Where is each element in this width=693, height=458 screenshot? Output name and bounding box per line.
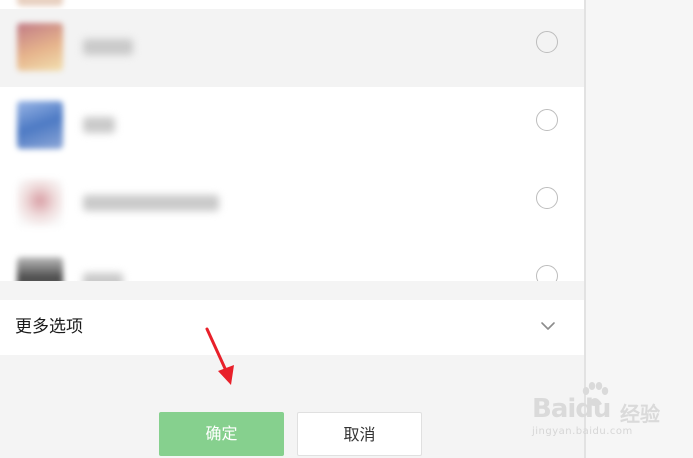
radio-button[interactable] xyxy=(536,109,558,131)
app-thumbnail-icon xyxy=(17,257,63,281)
app-name-redacted xyxy=(83,39,133,55)
app-thumbnail-icon xyxy=(17,101,63,149)
app-picker-panel: 更多选项 确定 取消 xyxy=(0,0,584,458)
list-item[interactable] xyxy=(0,243,584,281)
radio-button[interactable] xyxy=(536,187,558,209)
list-item[interactable] xyxy=(0,165,584,243)
cancel-button[interactable]: 取消 xyxy=(297,412,422,456)
more-options-label: 更多选项 xyxy=(15,317,83,337)
share-dialog-screenshot: 更多选项 确定 取消 Baidu 经验 jingyan.baidu.com xyxy=(0,0,693,458)
watermark-url: jingyan.baidu.com xyxy=(532,426,633,437)
watermark-product: 经验 xyxy=(620,402,660,426)
app-name-redacted xyxy=(83,117,115,133)
baidu-jingyan-watermark: Baidu 经验 jingyan.baidu.com xyxy=(532,380,682,440)
list-item[interactable] xyxy=(0,87,584,165)
app-name-redacted xyxy=(83,195,219,211)
chevron-down-icon[interactable] xyxy=(540,320,556,332)
radio-button[interactable] xyxy=(536,31,558,53)
app-thumbnail-icon xyxy=(17,23,63,71)
app-thumbnail-icon xyxy=(17,0,63,6)
list-item[interactable] xyxy=(0,9,584,87)
app-name-redacted xyxy=(83,273,123,281)
red-arrow-icon xyxy=(205,327,234,385)
app-list xyxy=(0,0,584,281)
app-thumbnail-icon xyxy=(17,179,63,227)
more-options-row[interactable]: 更多选项 xyxy=(0,300,584,355)
watermark-brand: Baidu xyxy=(532,394,611,424)
list-item-partial xyxy=(0,0,584,9)
radio-button[interactable] xyxy=(536,265,558,281)
confirm-button[interactable]: 确定 xyxy=(159,412,284,456)
